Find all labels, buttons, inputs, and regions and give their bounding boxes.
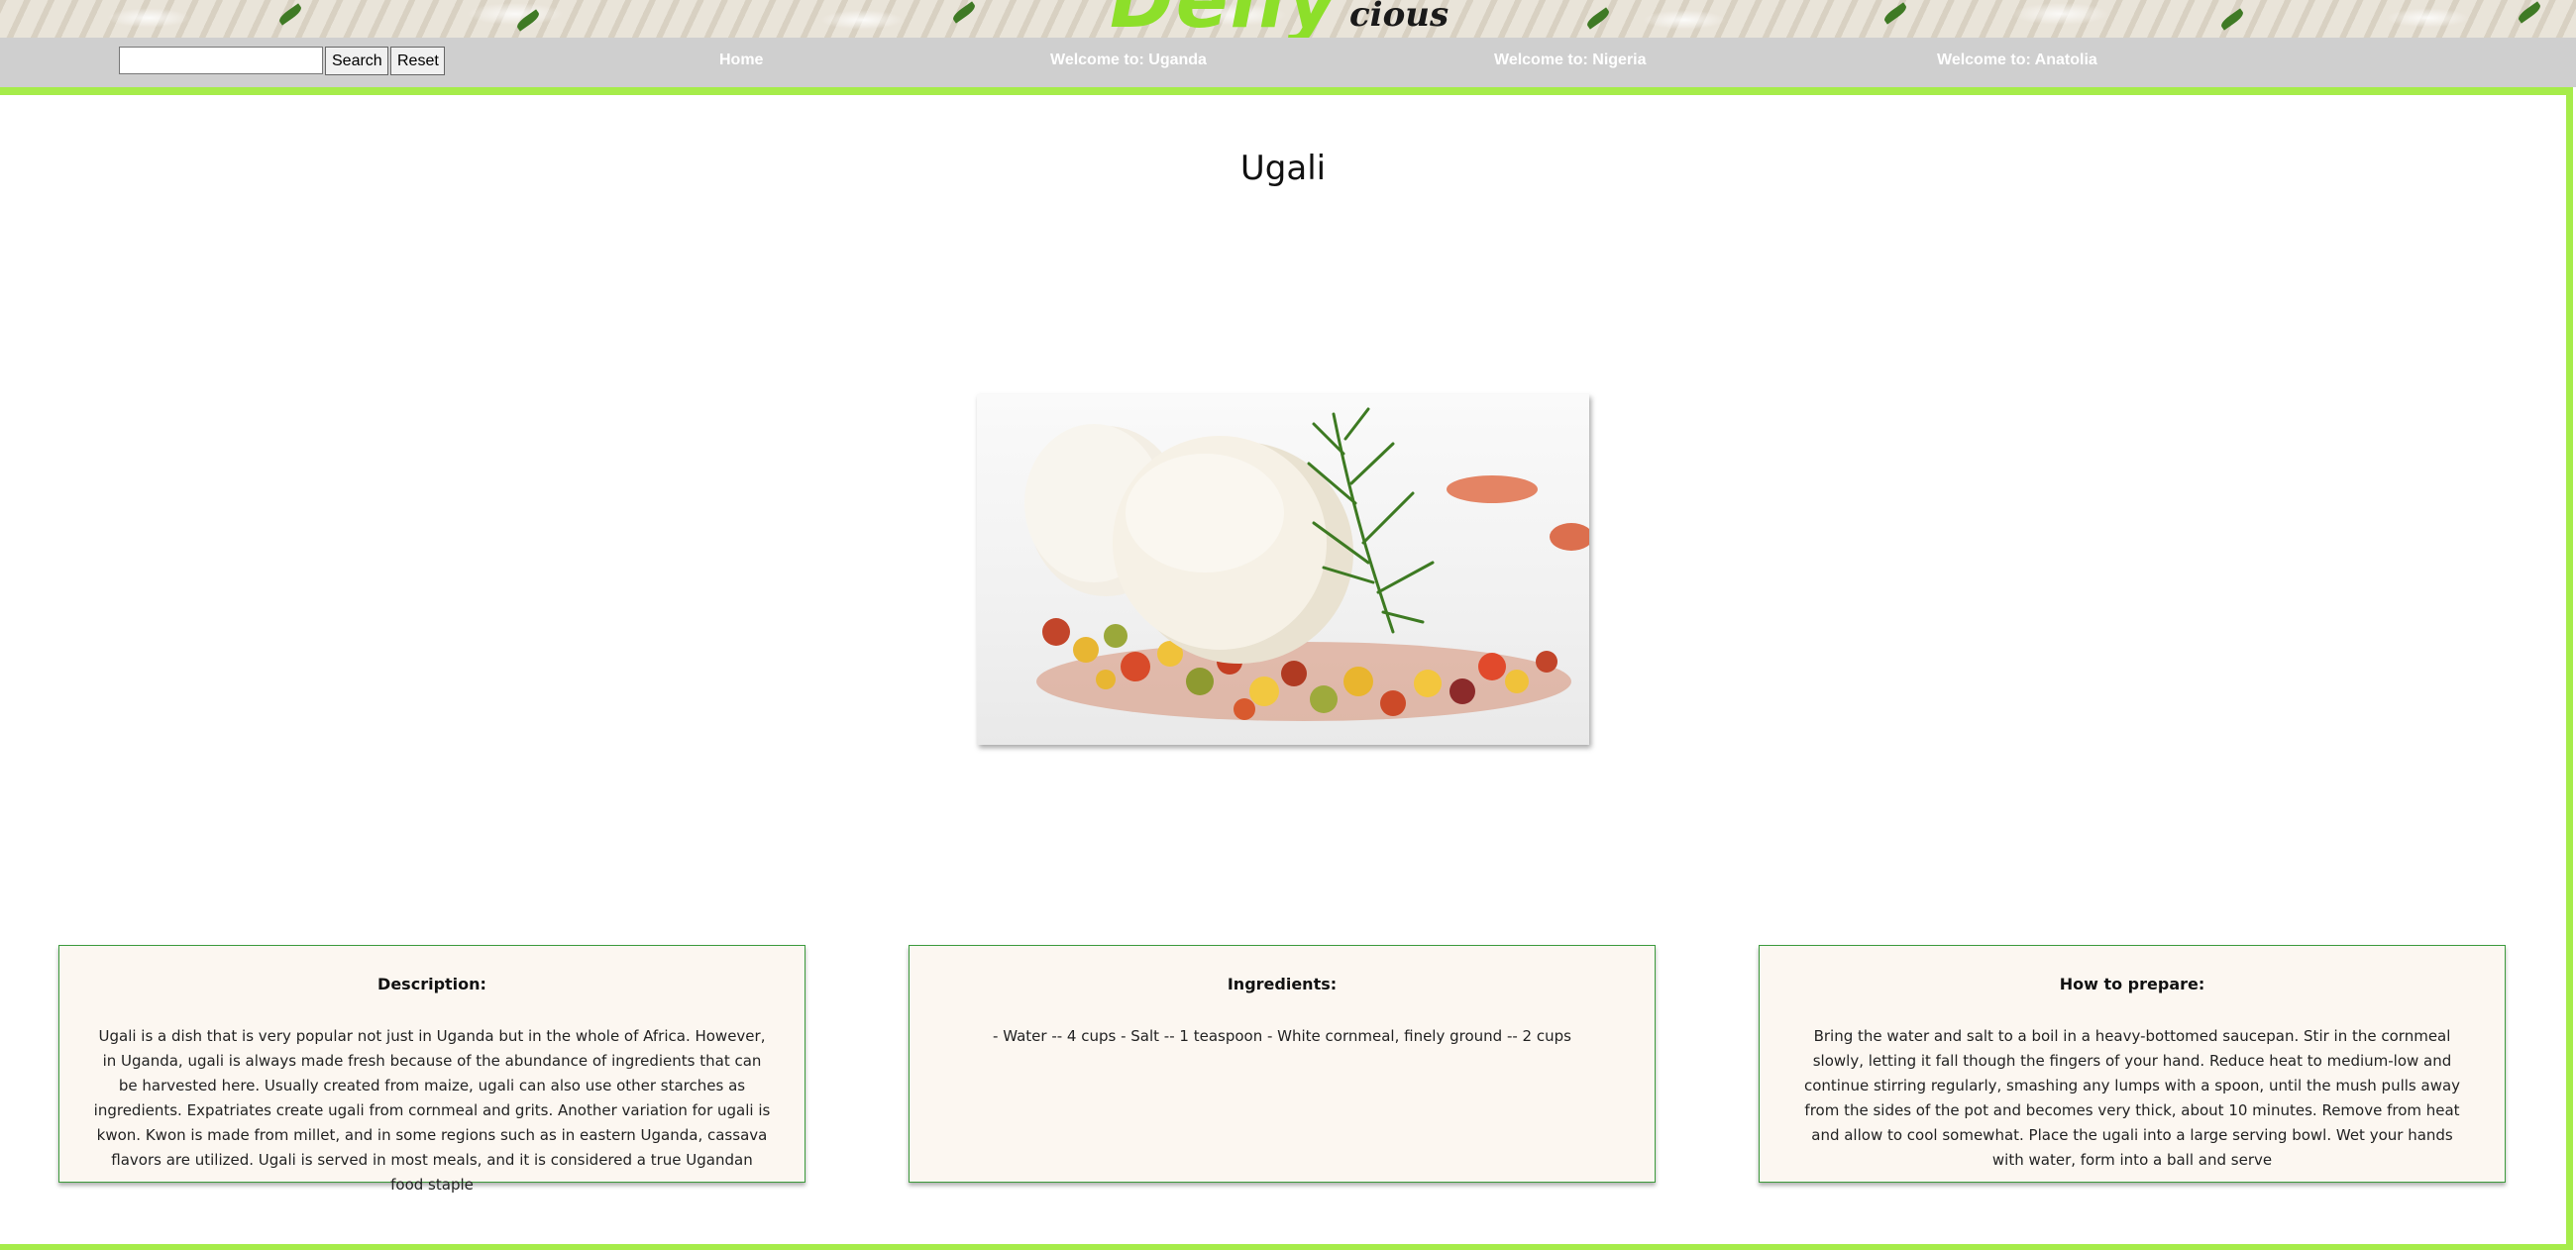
logo-sub-text: cious (1348, 0, 1449, 35)
leaf-decoration (2516, 1, 2543, 24)
page-title: Ugali (1239, 149, 1327, 188)
reset-button[interactable]: Reset (390, 47, 445, 75)
description-text: Ugali is a dish that is very popular not… (93, 1027, 771, 1194)
nav-bar: Search Reset Home Welcome to: Uganda Wel… (0, 38, 2576, 87)
logo-main-text: Delly (1110, 0, 1340, 46)
leaf-decoration (276, 3, 304, 26)
leaf-decoration (1881, 2, 1909, 25)
search-input[interactable] (119, 47, 323, 74)
search-button[interactable]: Search (325, 47, 388, 75)
nav-link-nigeria[interactable]: Welcome to: Nigeria (1494, 52, 1647, 69)
leaf-decoration (950, 1, 978, 24)
dish-image (977, 394, 1589, 745)
site-logo[interactable]: Delly cious (1110, 0, 1449, 46)
preparation-heading: How to prepare: (2059, 975, 2205, 993)
preparation-text: Bring the water and salt to a boil in a … (1803, 1027, 2461, 1169)
nav-link-home[interactable]: Home (719, 52, 763, 69)
ingredients-heading: Ingredients: (1227, 975, 1338, 993)
header-banner: Delly cious (0, 0, 2576, 46)
nav-link-uganda[interactable]: Welcome to: Uganda (1050, 52, 1207, 69)
nav-link-anatolia[interactable]: Welcome to: Anatolia (1937, 52, 2097, 69)
description-heading: Description: (377, 975, 486, 993)
ingredients-card: Ingredients: - Water -- 4 cups - Salt --… (909, 945, 1656, 1183)
leaf-decoration (514, 9, 542, 32)
ingredients-text: - Water -- 4 cups - Salt -- 1 teaspoon -… (993, 1027, 1571, 1045)
description-card: Description: Ugali is a dish that is ver… (58, 945, 805, 1194)
leaf-decoration (1584, 7, 1612, 30)
preparation-card: How to prepare: Bring the water and salt… (1759, 945, 2506, 1183)
leaf-decoration (2218, 8, 2246, 31)
dish-illustration (1024, 407, 1589, 721)
